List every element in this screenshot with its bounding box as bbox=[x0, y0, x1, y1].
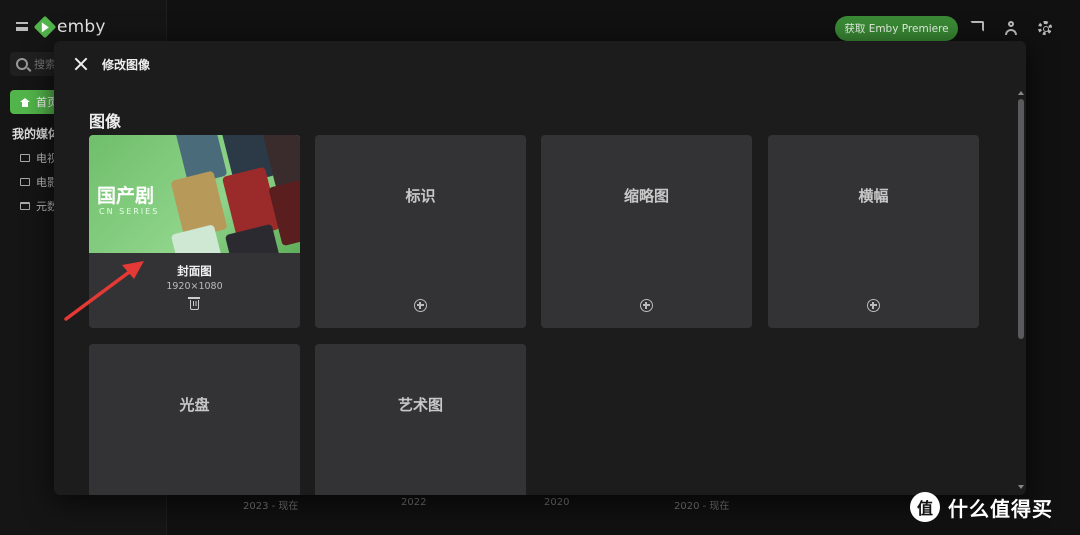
tv-icon bbox=[20, 154, 30, 162]
image-card-disc[interactable]: 光盘 bbox=[89, 344, 300, 495]
dialog-title: 修改图像 bbox=[102, 58, 151, 72]
home-icon bbox=[20, 97, 30, 107]
cover-image-subtitle: CN SERIES bbox=[99, 207, 160, 216]
image-card-banner[interactable]: 横幅 bbox=[768, 135, 979, 328]
scroll-down-arrow[interactable] bbox=[1018, 485, 1024, 489]
image-type-label: 缩略图 bbox=[623, 187, 669, 205]
logo[interactable]: emby bbox=[33, 15, 106, 39]
edit-images-dialog: 修改图像 图像 国产剧 CN SERIES 封面图 1920×1080 标识 缩… bbox=[54, 41, 1026, 495]
year-label: 2023 - 现在 bbox=[243, 501, 299, 512]
image-card-thumbnail[interactable]: 缩略图 bbox=[541, 135, 752, 328]
image-card-logo[interactable]: 标识 bbox=[315, 135, 526, 328]
cover-image[interactable]: 国产剧 CN SERIES bbox=[89, 135, 300, 253]
search-icon bbox=[16, 58, 28, 70]
hamburger-menu-icon[interactable] bbox=[16, 22, 28, 31]
movie-icon bbox=[20, 178, 30, 186]
gear-icon[interactable] bbox=[1038, 21, 1052, 35]
dialog-header: 修改图像 bbox=[54, 41, 1026, 87]
image-type-label: 横幅 bbox=[858, 187, 889, 205]
search-placeholder: 搜索 bbox=[34, 58, 56, 71]
logo-text: emby bbox=[57, 17, 106, 37]
images-section-title: 图像 bbox=[89, 112, 122, 131]
close-icon[interactable] bbox=[74, 57, 88, 71]
year-label: 2020 - 现在 bbox=[674, 501, 730, 512]
year-label: 2020 bbox=[544, 497, 570, 508]
get-premiere-button[interactable]: 获取 Emby Premiere bbox=[835, 16, 958, 41]
user-icon[interactable] bbox=[1004, 21, 1019, 36]
cover-image-title: 国产剧 bbox=[97, 185, 155, 207]
scroll-up-arrow[interactable] bbox=[1018, 91, 1024, 95]
watermark-text: 什么值得买 bbox=[948, 496, 1053, 521]
watermark-badge: 值 bbox=[910, 492, 940, 522]
image-type-label: 光盘 bbox=[179, 396, 210, 414]
sidebar-section-heading: 我的媒体 bbox=[12, 127, 61, 141]
folder-icon bbox=[20, 202, 30, 210]
scrollbar[interactable] bbox=[1018, 99, 1024, 339]
delete-icon[interactable] bbox=[188, 297, 200, 310]
image-card-art[interactable]: 艺术图 bbox=[315, 344, 526, 495]
annotation-arrow bbox=[64, 261, 144, 321]
image-type-label: 标识 bbox=[405, 187, 436, 205]
add-icon[interactable] bbox=[414, 299, 427, 312]
year-label: 2022 bbox=[401, 497, 427, 508]
emby-logo-icon bbox=[33, 15, 57, 39]
poster-thumbnail bbox=[224, 223, 282, 253]
cast-icon[interactable] bbox=[970, 21, 984, 32]
add-icon[interactable] bbox=[867, 299, 880, 312]
image-type-label: 艺术图 bbox=[397, 396, 443, 414]
watermark: 值 什么值得买 bbox=[910, 492, 1053, 522]
add-icon[interactable] bbox=[640, 299, 653, 312]
